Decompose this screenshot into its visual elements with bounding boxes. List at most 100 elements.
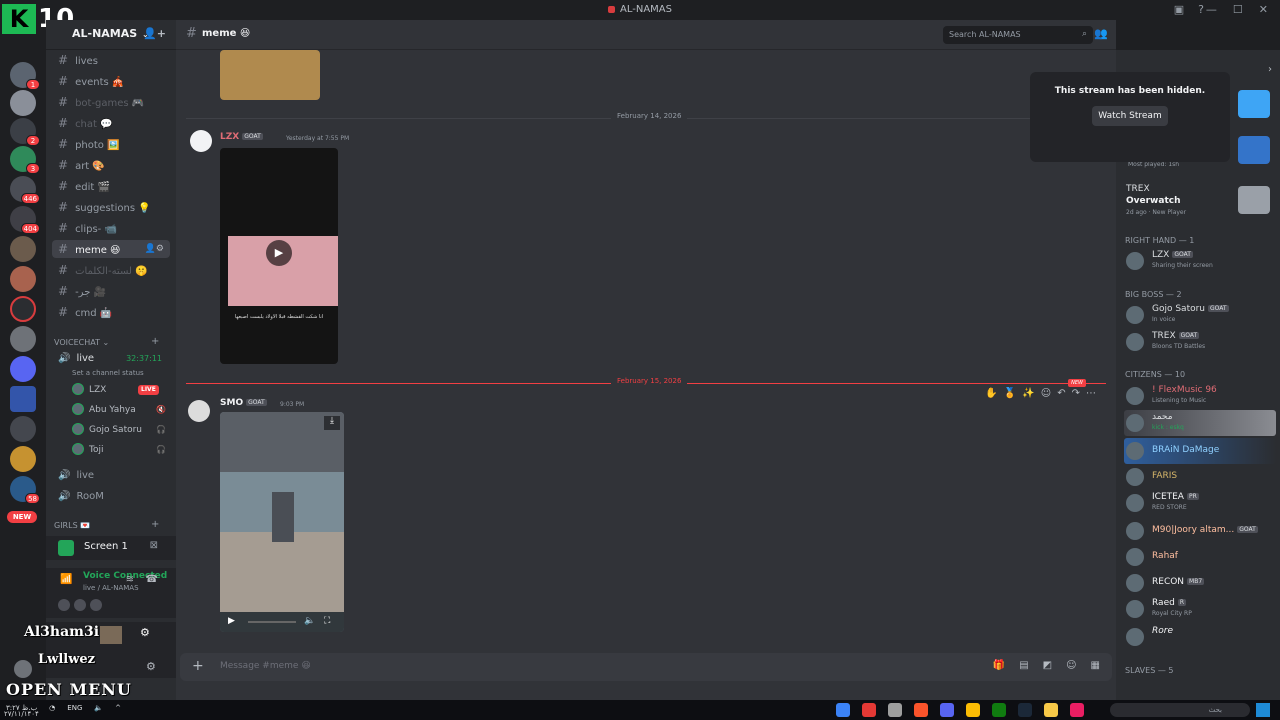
add-channel-icon[interactable]: + <box>151 519 159 530</box>
image-attachment[interactable] <box>220 50 320 100</box>
xbox-icon[interactable] <box>992 703 1006 717</box>
server-icon[interactable] <box>10 236 36 262</box>
voice-user[interactable]: Abu Yahya 🔇 <box>72 401 172 419</box>
download-icon[interactable]: ⤓ <box>324 416 340 430</box>
help-icon[interactable]: ? <box>1198 3 1204 16</box>
member-item[interactable]: TREX GOAT Bloons TD Battles <box>1124 329 1276 355</box>
channel-settings-icon[interactable]: 👤⚙ <box>145 240 164 258</box>
channel-item[interactable]: # bot-games 🎮 <box>52 93 170 111</box>
channel-status[interactable]: Set a channel status <box>72 369 144 377</box>
search-input[interactable]: Search AL-NAMAS ⌕ <box>943 26 1093 44</box>
chevron-right-icon[interactable]: › <box>1268 64 1272 75</box>
member-item[interactable]: ! FlexMusic 96 Listening to Music <box>1124 383 1276 409</box>
more-icon[interactable]: ⋯ <box>1086 388 1096 399</box>
watch-stream-button[interactable]: Watch Stream <box>1092 106 1168 126</box>
forward-icon[interactable]: ↷ <box>1072 388 1080 399</box>
member-item[interactable]: RECON MB7 <box>1124 570 1276 596</box>
server-icon[interactable] <box>10 266 36 292</box>
server-icon[interactable] <box>10 386 36 412</box>
fullscreen-icon[interactable]: ⛶ <box>324 616 330 626</box>
member-item[interactable]: BRAiN DaMage <box>1124 438 1276 464</box>
channel-item-active[interactable]: # meme 😆 👤⚙ <box>52 240 170 258</box>
windows-start-icon[interactable] <box>1256 703 1270 717</box>
app-icon[interactable] <box>862 703 876 717</box>
wifi-icon[interactable]: ◔ <box>49 704 55 712</box>
server-icon[interactable]: 3 <box>10 146 40 174</box>
add-attachment-icon[interactable]: + <box>192 658 204 674</box>
disconnect-icon[interactable]: ☎ <box>146 574 158 585</box>
server-icon[interactable] <box>10 90 36 116</box>
emoji-icon[interactable]: ☺ <box>1066 660 1076 671</box>
chevron-up-icon[interactable]: ^ <box>115 704 121 712</box>
avatar[interactable] <box>14 660 32 678</box>
server-icon[interactable] <box>10 356 36 382</box>
server-icon[interactable]: 58 <box>10 476 40 504</box>
steam-icon[interactable] <box>1018 703 1032 717</box>
member-item[interactable]: LZX GOAT Sharing their screen <box>1124 248 1276 274</box>
app-icon[interactable] <box>836 703 850 717</box>
reaction-icon[interactable]: 🏅 <box>1004 388 1016 399</box>
channel-item[interactable]: # chat 💬 <box>52 114 170 132</box>
member-item[interactable]: FARIS <box>1124 464 1276 490</box>
taskbar-search[interactable]: بحث <box>1110 703 1250 717</box>
voice-channel[interactable]: 🔊 live <box>52 467 170 485</box>
server-icon[interactable] <box>10 446 36 472</box>
channel-item[interactable]: # clips- 📹 <box>52 219 170 237</box>
reaction-icon[interactable]: ✋ <box>985 388 997 399</box>
play-icon[interactable]: ▶ <box>266 240 292 266</box>
channel-item[interactable]: # art 🎨 <box>52 156 170 174</box>
noise-suppression-icon[interactable]: ≋ <box>126 574 134 585</box>
play-icon[interactable]: ▶ <box>228 616 235 626</box>
member-list-icon[interactable]: 👥 <box>1094 27 1108 41</box>
server-icon[interactable]: 446 <box>10 176 40 204</box>
member-item[interactable]: Raed R Royal City RP <box>1124 596 1276 622</box>
voice-category[interactable]: VOICECHAT ⌄ + <box>54 336 159 347</box>
channel-item[interactable]: # -جر 🎥 <box>52 282 170 300</box>
app-icon[interactable] <box>1070 703 1084 717</box>
message-composer[interactable]: + Message #meme 😆 🎁 ▤ ◩ ☺ ▦ <box>180 653 1112 681</box>
minimize-button[interactable]: — <box>1206 3 1217 16</box>
voice-channel[interactable]: 🔊 RooM <box>52 488 170 506</box>
video-attachment[interactable]: ▶ انا شكت القشطه قبلا الاولاد يلبست اصبع… <box>220 148 338 364</box>
server-header[interactable]: AL-NAMAS ⌄ 👤+ <box>46 20 176 50</box>
voice-channel-live[interactable]: 🔊 live 32:37:11 <box>52 350 170 368</box>
channel-item[interactable]: # photo 🖼️ <box>52 135 170 153</box>
message-author[interactable]: SMO GOAT <box>220 398 267 408</box>
language-indicator[interactable]: ENG <box>67 704 82 712</box>
voice-user[interactable]: Gojo Satoru 🎧 <box>72 421 172 439</box>
girls-category[interactable]: GIRLS 💌 + <box>54 519 159 530</box>
sticker-icon[interactable]: ◩ <box>1043 660 1052 671</box>
avatar[interactable] <box>188 400 210 422</box>
member-item[interactable]: ICETEA PR RED STORE <box>1124 490 1276 516</box>
server-icon[interactable] <box>10 296 36 322</box>
gear-icon[interactable]: ⚙ <box>146 660 156 673</box>
video-progress[interactable] <box>248 621 296 623</box>
server-icon[interactable]: 404 <box>10 206 40 234</box>
brave-icon[interactable] <box>914 703 928 717</box>
video-attachment[interactable]: ⤓ ▶ 🔈 ⛶ <box>220 412 344 632</box>
maximize-button[interactable]: ☐ <box>1233 3 1243 16</box>
server-icon[interactable]: 1 <box>10 62 40 90</box>
discord-icon[interactable] <box>940 703 954 717</box>
reaction-icon[interactable]: ✨ <box>1022 388 1034 399</box>
activity-button[interactable] <box>90 599 102 611</box>
message-author[interactable]: LZX GOAT <box>220 132 263 142</box>
member-item[interactable]: M90|Joory altam... GOAT <box>1124 518 1276 544</box>
add-reaction-icon[interactable]: ☺ <box>1041 388 1051 399</box>
channel-item[interactable]: # events 🎪 <box>52 72 170 90</box>
member-item[interactable]: Gojo Satoru GOAT In voice <box>1124 302 1276 328</box>
close-button[interactable]: ✕ <box>1259 3 1268 16</box>
settings-icon[interactable]: ⚙ <box>140 626 150 639</box>
folder-icon[interactable] <box>1044 703 1058 717</box>
voice-user[interactable]: Toji 🎧 <box>72 441 172 459</box>
server-icon[interactable] <box>10 416 36 442</box>
channel-item[interactable]: # suggestions 💡 <box>52 198 170 216</box>
voice-user[interactable]: LZX LIVE <box>72 381 172 399</box>
screen-share-button[interactable] <box>74 599 86 611</box>
avatar[interactable] <box>190 130 212 152</box>
stop-stream-icon[interactable]: ⊠ <box>150 540 158 551</box>
add-member-icon[interactable]: 👤+ <box>143 27 166 40</box>
server-icon[interactable] <box>10 326 36 352</box>
channel-item[interactable]: # lives <box>52 51 170 69</box>
channel-item[interactable]: # edit 🎬 <box>52 177 170 195</box>
